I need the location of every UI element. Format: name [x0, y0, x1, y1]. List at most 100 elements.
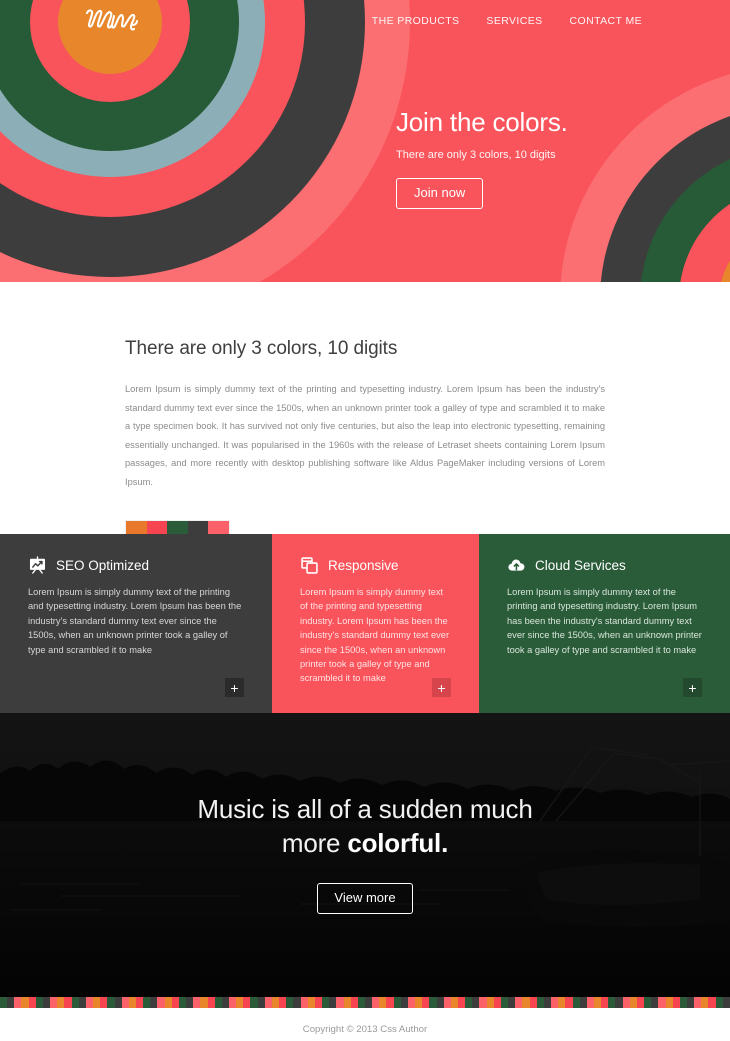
banner-line-1: Music is all of a sudden much — [197, 794, 533, 825]
stripe-segment — [71, 997, 79, 1008]
hero-title: Join the colors. — [396, 107, 568, 137]
feature-card-seo-optimized: SEO Optimized Lorem Ipsum is simply dumm… — [0, 534, 272, 713]
stripe-segment — [214, 997, 222, 1008]
banner-copy: Music is all of a sudden much more color… — [0, 713, 730, 997]
mw-script-logo-icon — [85, 9, 139, 31]
stripe-segment — [493, 997, 501, 1008]
stripe-segment — [522, 997, 530, 1008]
intro-section: There are only 3 colors, 10 digits Lorem… — [0, 282, 730, 541]
stripe-segment — [157, 997, 165, 1008]
stripe-segment — [687, 997, 695, 1008]
chart-board-icon — [29, 556, 46, 574]
cloud-upload-icon — [508, 559, 525, 571]
stripe-segment — [243, 997, 251, 1008]
stripe-segment — [694, 997, 702, 1008]
stripe-segment — [508, 997, 516, 1008]
copyright-text: Copyright © 2013 Css Author — [302, 1024, 428, 1035]
feature-body: Lorem Ipsum is simply dummy text of the … — [300, 587, 450, 684]
stripe-segment — [443, 997, 451, 1008]
stripe-segment — [279, 997, 287, 1008]
nav-item-the-products[interactable]: THE PRODUCTS — [372, 15, 460, 27]
expand-button-cloud[interactable]: + — [683, 678, 702, 697]
main-navigation[interactable]: THE PRODUCTS SERVICES CONTACT ME — [372, 15, 642, 27]
hero-subtitle: There are only 3 colors, 10 digits — [396, 148, 556, 161]
stripe-segment — [722, 997, 730, 1008]
stripe-segment — [286, 997, 294, 1008]
stripe-segment — [293, 997, 301, 1008]
stripe-segment — [572, 997, 580, 1008]
stripe-segment — [672, 997, 680, 1008]
feature-header: SEO Optimized — [28, 556, 244, 575]
stripe-segment — [386, 997, 394, 1008]
stripe-segment — [28, 997, 36, 1008]
stripe-segment — [107, 997, 115, 1008]
stripe-segment — [529, 997, 537, 1008]
stripe-segment — [229, 997, 237, 1008]
stripe-segment — [364, 997, 373, 1008]
stripe-segment — [143, 997, 151, 1008]
stripe-segment — [393, 997, 401, 1008]
intro-heading: There are only 3 colors, 10 digits — [125, 338, 398, 359]
banner-line-2-prefix: more — [281, 828, 348, 859]
stripe-segment — [186, 997, 194, 1008]
stripe-segment — [128, 997, 136, 1008]
stripe-segment — [257, 997, 265, 1008]
stripe-segment — [379, 997, 387, 1008]
stripe-segment — [221, 997, 229, 1008]
parallax-banner-section: Music is all of a sudden much more color… — [0, 713, 730, 997]
stripe-segment — [558, 997, 566, 1008]
stripe-segment — [665, 997, 673, 1008]
stripe-segment — [343, 997, 351, 1008]
stripe-segment — [651, 997, 659, 1008]
stripe-segment — [300, 997, 308, 1008]
stripe-segment — [200, 997, 208, 1008]
stripe-segment — [565, 997, 573, 1008]
site-logo[interactable] — [72, 0, 152, 54]
stripe-segment — [21, 997, 29, 1008]
stripe-segment — [629, 997, 637, 1008]
stripe-segment — [357, 997, 365, 1008]
stripe-segment — [271, 997, 280, 1008]
stripe-segment — [622, 997, 630, 1008]
stripe-segment — [658, 997, 666, 1008]
stripe-segment — [0, 997, 8, 1008]
feature-card-cloud-services: Cloud Services Lorem Ipsum is simply dum… — [479, 534, 730, 713]
feature-card-responsive: Responsive Lorem Ipsum is simply dummy t… — [272, 534, 479, 713]
stripe-segment — [615, 997, 623, 1008]
nav-item-contact-me[interactable]: CONTACT ME — [570, 15, 642, 27]
hero-copy: Join the colors. There are only 3 colors… — [396, 108, 568, 209]
stripe-segment — [515, 997, 523, 1008]
stripe-segment — [114, 997, 122, 1008]
stripe-segment — [586, 997, 594, 1008]
feature-title: Cloud Services — [535, 558, 626, 573]
expand-button-responsive[interactable]: + — [432, 678, 451, 697]
nav-item-services[interactable]: SERVICES — [486, 15, 542, 27]
stripe-segment — [400, 997, 408, 1008]
banner-line-2-strong: colorful. — [347, 828, 449, 859]
stripe-segment — [715, 997, 723, 1008]
windows-copy-icon — [301, 557, 318, 574]
stripe-segment — [264, 997, 272, 1008]
stripe-segment — [543, 997, 552, 1008]
view-more-button[interactable]: View more — [317, 882, 413, 914]
stripe-segment — [150, 997, 158, 1008]
stripe-segment — [422, 997, 430, 1008]
stripe-segment — [500, 997, 509, 1008]
hero-section: THE PRODUCTS SERVICES CONTACT ME Join th… — [0, 0, 730, 282]
stripe-segment — [372, 997, 380, 1008]
stripe-segment — [336, 997, 344, 1008]
feature-body: Lorem Ipsum is simply dummy text of the … — [507, 587, 702, 655]
stripe-segment — [415, 997, 423, 1008]
join-now-button[interactable]: Join now — [396, 177, 484, 209]
landing-page: THE PRODUCTS SERVICES CONTACT ME Join th… — [0, 0, 730, 1041]
stripe-segment — [601, 997, 609, 1008]
stripe-segment — [593, 997, 602, 1008]
stripe-segment — [7, 997, 15, 1008]
footer-color-stripe — [0, 997, 730, 1008]
stripe-segment — [479, 997, 487, 1008]
stripe-segment — [207, 997, 215, 1008]
stripe-segment — [14, 997, 22, 1008]
expand-button-seo[interactable]: + — [225, 678, 244, 697]
stripe-segment — [35, 997, 43, 1008]
features-section: SEO Optimized Lorem Ipsum is simply dumm… — [0, 534, 730, 713]
